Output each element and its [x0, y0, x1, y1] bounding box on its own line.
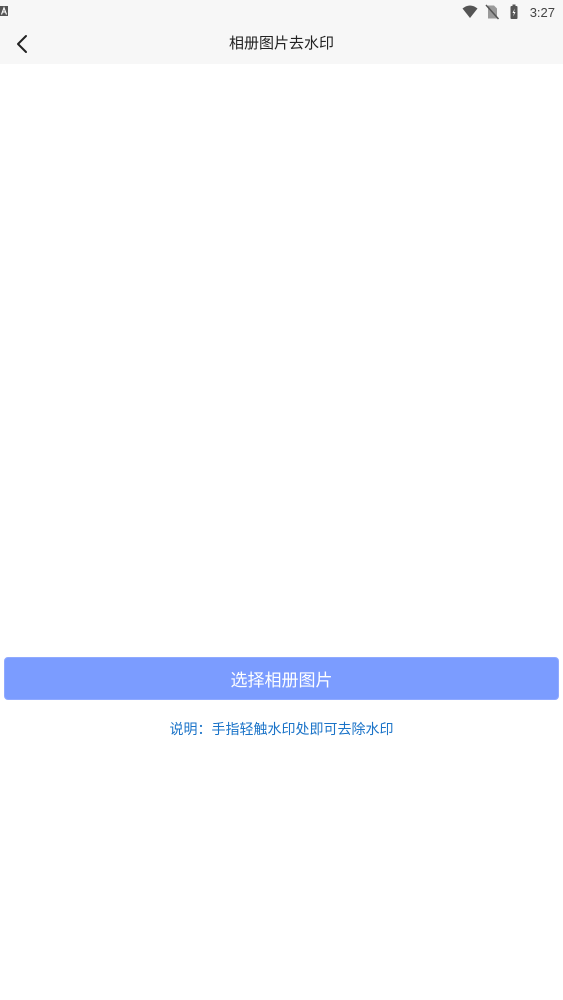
text-notification-icon [0, 6, 8, 16]
screen: 3:27 相册图片去水印 选择相册图片 说明：手指轻触水印处即可去除水印 [0, 0, 563, 1000]
status-bar: 3:27 [0, 0, 563, 24]
page-title: 相册图片去水印 [228, 34, 334, 52]
select-album-image-button[interactable]: 选择相册图片 [4, 657, 559, 700]
wifi-icon [462, 5, 478, 18]
image-preview-area[interactable] [0, 64, 563, 654]
status-time: 3:27 [529, 4, 555, 20]
status-icons: 3:27 [462, 3, 555, 21]
no-sim-icon [485, 4, 499, 20]
title-bar: 相册图片去水印 [0, 24, 563, 64]
battery-charging-icon [510, 4, 518, 19]
instruction-text: 说明：手指轻触水印处即可去除水印 [169, 722, 394, 738]
